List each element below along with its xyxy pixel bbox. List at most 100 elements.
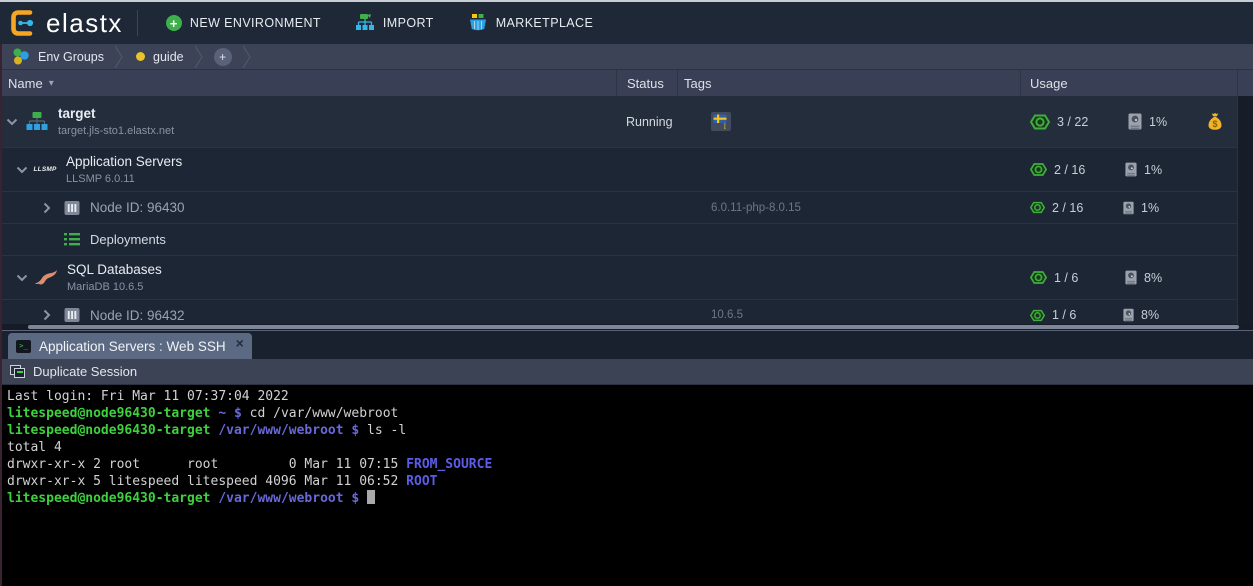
duplicate-session-icon (10, 365, 25, 378)
sort-down-icon: ▾ (49, 78, 54, 89)
terminal-line: Last login: Fri Mar 11 07:37:04 2022 (7, 388, 1253, 405)
terminal-line: litespeed@node96430-target /var/www/webr… (7, 422, 1253, 439)
cloudlets-value: 1 / 6 (1054, 271, 1092, 285)
terminal[interactable]: Last login: Fri Mar 11 07:37:04 2022 lit… (0, 385, 1253, 586)
plus-circle-icon: + (166, 15, 182, 31)
web-ssh-panel: >_ Application Servers : Web SSH × Dupli… (0, 330, 1253, 586)
column-header-tags: Tags (677, 70, 1020, 96)
ssh-tab-bar: >_ Application Servers : Web SSH × (0, 331, 1253, 359)
column-header-scroll-gutter (1237, 70, 1253, 96)
breadcrumb-env-groups[interactable]: Env Groups (0, 44, 114, 69)
cloudlets-icon (1030, 308, 1045, 323)
terminal-line: litespeed@node96430-target ~ $ cd /var/w… (7, 405, 1253, 422)
cloudlets-icon (1030, 269, 1047, 286)
import-icon (355, 14, 375, 32)
node-group-stack: LLSMP 6.0.11 (66, 172, 182, 186)
disk-usage-value: 8% (1141, 308, 1159, 322)
duplicate-session-label: Duplicate Session (33, 364, 137, 379)
import-label: IMPORT (383, 16, 434, 30)
terminal-icon: >_ (16, 340, 31, 353)
region-flag-icon: I (711, 112, 731, 131)
disk-icon (1128, 113, 1142, 130)
breadcrumb-separator-icon (242, 44, 252, 70)
deployments-label: Deployments (90, 232, 166, 247)
cloudlets-value: 1 / 6 (1052, 308, 1090, 322)
node-group-row-sql[interactable]: SQL Databases MariaDB 10.6.5 1 / 6 (0, 256, 1253, 300)
disk-icon (1125, 162, 1137, 177)
chevron-right-icon[interactable] (43, 202, 51, 214)
breadcrumb-separator-icon (114, 44, 124, 70)
brand-name: elastx (46, 8, 123, 39)
top-bar: elastx + NEW ENVIRONMENT IMPORT (0, 2, 1253, 44)
terminal-line: drwxr-xr-x 2 root root 0 Mar 11 07:15 FR… (7, 456, 1253, 473)
svg-text:I: I (724, 122, 727, 131)
marketplace-button[interactable]: MARKETPLACE (458, 2, 603, 44)
disk-icon (1123, 308, 1134, 322)
node-tag: 6.0.11-php-8.0.15 (711, 202, 801, 214)
cloudlets-icon (1030, 161, 1047, 178)
disk-usage-value: 1% (1141, 201, 1159, 215)
group-color-dot-icon (136, 52, 145, 61)
new-environment-label: NEW ENVIRONMENT (190, 16, 321, 30)
window-left-edge (0, 44, 2, 586)
cloudlets-icon (1030, 112, 1050, 132)
terminal-line: drwxr-xr-x 5 litespeed litespeed 4096 Ma… (7, 473, 1253, 490)
environment-topology-icon (26, 111, 48, 132)
breadcrumb-guide[interactable]: guide (124, 44, 194, 69)
env-groups-icon (12, 48, 30, 65)
deployments-row[interactable]: Deployments (0, 224, 1253, 256)
table-header: Name ▾ Status Tags Usage (0, 70, 1253, 96)
chevron-down-icon[interactable] (16, 274, 28, 282)
chevron-right-icon[interactable] (43, 309, 51, 321)
disk-icon (1125, 270, 1137, 285)
container-icon (64, 200, 80, 216)
duplicate-session-button[interactable]: Duplicate Session (0, 359, 147, 384)
node-label: Node ID: 96432 (90, 308, 185, 323)
environment-name: target (58, 106, 174, 122)
chevron-down-icon[interactable] (6, 118, 18, 126)
node-group-name: SQL Databases (67, 262, 162, 278)
disk-usage-value: 1% (1144, 163, 1162, 177)
elastx-logo-icon (10, 9, 38, 37)
chevron-down-icon[interactable] (16, 166, 28, 174)
node-label: Node ID: 96430 (90, 200, 185, 215)
llsmp-stack-icon: LLSMP (32, 166, 58, 173)
cloudlets-value: 2 / 16 (1052, 201, 1090, 215)
breadcrumb: Env Groups guide + (0, 44, 1253, 70)
mariadb-seal-icon (34, 269, 58, 286)
column-header-usage: Usage (1020, 70, 1237, 96)
close-tab-icon[interactable]: × (236, 336, 244, 350)
container-icon (64, 307, 80, 323)
cloudlets-value: 2 / 16 (1054, 163, 1092, 177)
environment-row-target[interactable]: target target.jls-sto1.elastx.net Runnin… (0, 96, 1253, 148)
topbar-divider (137, 10, 138, 36)
column-header-name[interactable]: Name ▾ (0, 70, 616, 96)
web-ssh-tab[interactable]: >_ Application Servers : Web SSH × (8, 333, 252, 359)
terminal-cursor (367, 490, 375, 504)
terminal-line: litespeed@node96430-target /var/www/webr… (7, 490, 1253, 507)
breadcrumb-separator-icon (194, 44, 204, 70)
svg-text:$: $ (1212, 119, 1217, 129)
environment-domain: target.jls-sto1.elastx.net (58, 124, 174, 138)
new-environment-button[interactable]: + NEW ENVIRONMENT (156, 2, 331, 44)
billing-money-bag-icon[interactable]: $ (1207, 112, 1223, 131)
disk-icon (1123, 201, 1134, 215)
node-group-row-app-servers[interactable]: LLSMP Application Servers LLSMP 6.0.11 2… (0, 148, 1253, 192)
node-group-stack: MariaDB 10.6.5 (67, 280, 162, 294)
marketplace-label: MARKETPLACE (496, 16, 593, 30)
environment-tree: target target.jls-sto1.elastx.net Runnin… (0, 96, 1253, 330)
deployments-icon (64, 233, 80, 246)
marketplace-icon (468, 14, 488, 32)
status-label: Running (616, 115, 677, 129)
brand-logo[interactable]: elastx (0, 8, 137, 39)
import-button[interactable]: IMPORT (345, 2, 444, 44)
node-tag: 10.6.5 (711, 309, 743, 321)
node-row-96430[interactable]: Node ID: 96430 6.0.11-php-8.0.15 2 / 16 (0, 192, 1253, 224)
horizontal-scrollbar-thumb[interactable] (28, 325, 1239, 329)
vertical-scrollbar[interactable] (1237, 96, 1253, 324)
column-header-status: Status (616, 70, 677, 96)
disk-usage-value: 1% (1149, 115, 1167, 129)
add-group-button[interactable]: + (214, 48, 232, 66)
breadcrumb-guide-label: guide (153, 50, 184, 64)
node-group-name: Application Servers (66, 154, 182, 170)
